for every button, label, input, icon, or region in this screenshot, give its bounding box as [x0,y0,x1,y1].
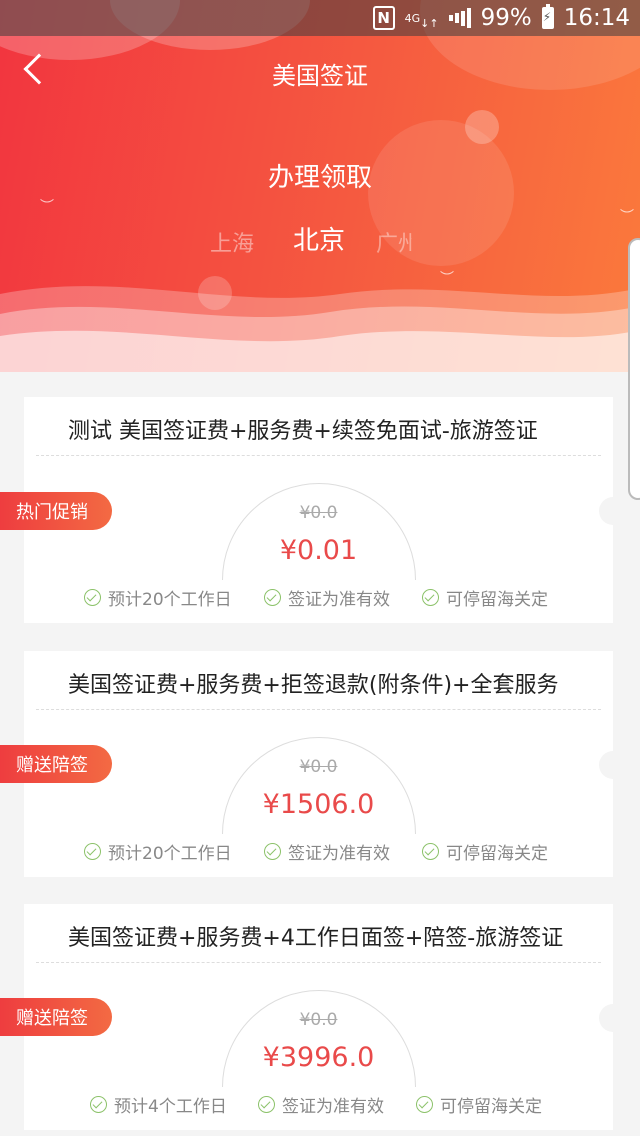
product-card[interactable]: 测试 美国签证费+服务费+续签免面试-旅游签证 ¥0.0 ¥0.01 预计20个… [24,397,627,623]
header-banner: ︶ ︶ ︶ N 4G↓↑ 99% 16:14 美国签证 办理领取 上海 北京 广… [0,0,640,372]
feature-label: 预计20个工作日 [108,844,232,864]
check-circle-icon [422,589,439,606]
promo-tag: 热门促销 [0,492,112,530]
divider [36,709,601,710]
divider [36,962,601,963]
edge-panel-handle[interactable] [628,238,640,500]
city-option-left[interactable]: 上海 [210,226,254,258]
product-card[interactable]: 美国签证费+服务费+拒签退款(附条件)+全套服务 ¥0.0 ¥1506.0 预计… [24,651,627,877]
check-circle-icon [84,589,101,606]
network-type-label: 4G [404,11,421,25]
product-title: 美国签证费+服务费+拒签退款(附条件)+全套服务 [68,673,559,698]
check-circle-icon [264,589,281,606]
status-bar: N 4G↓↑ 99% 16:14 [0,0,640,36]
nav-bar: 美国签证 [0,40,640,100]
service-type-label: 办理领取 [267,163,372,193]
feature-label: 可停留海关定 [446,844,548,864]
feature-label: 预计4个工作日 [114,1097,227,1117]
nfc-icon: N [372,6,395,30]
feature-item: 签证为准有效 [264,839,390,864]
check-circle-icon [422,843,439,860]
page-title: 美国签证 [272,62,368,90]
check-circle-icon [258,1096,275,1113]
battery-percent: 99% [480,5,532,31]
city-option-right[interactable]: 广州 [376,226,412,258]
feature-label: 签证为准有效 [282,1097,384,1117]
feature-list: 预计20个工作日 签证为准有效 可停留海关定 [24,585,613,611]
card-notch [599,1004,627,1032]
original-price: ¥0.0 [299,757,338,777]
feature-item: 可停留海关定 [422,839,548,864]
feature-item: 可停留海关定 [422,585,548,610]
original-price: ¥0.0 [299,503,338,523]
feature-label: 可停留海关定 [440,1097,542,1117]
feature-label: 可停留海关定 [446,590,548,610]
battery-icon [541,4,554,29]
feature-label: 签证为准有效 [288,844,390,864]
feature-item: 预计20个工作日 [84,839,232,864]
check-circle-icon [264,843,281,860]
network-type-icon: 4G ↓↑ [404,11,439,30]
check-circle-icon [84,843,101,860]
original-price: ¥0.0 [299,1010,338,1030]
feature-item: 签证为准有效 [258,1092,384,1117]
feature-list: 预计4个工作日 签证为准有效 可停留海关定 [24,1092,613,1118]
price: ¥0.01 [279,535,358,566]
city-option-selected[interactable]: 北京 [293,220,345,257]
product-title: 美国签证费+服务费+4工作日面签+陪签-旅游签证 [68,926,564,951]
feature-item: 预计20个工作日 [84,585,232,610]
feature-list: 预计20个工作日 签证为准有效 可停留海关定 [24,839,613,865]
card-notch [599,497,627,525]
feature-item: 预计4个工作日 [90,1092,227,1117]
divider [36,455,601,456]
signal-icon [448,8,471,28]
feature-label: 预计20个工作日 [108,590,232,610]
city-picker[interactable]: 上海 北京 广州 [0,220,640,260]
clock: 16:14 [563,5,630,31]
feature-item: 可停留海关定 [416,1092,542,1117]
wave-decoration [0,286,640,372]
promo-tag: 赠送陪签 [0,998,112,1036]
check-circle-icon [90,1096,107,1113]
bird-icon: ︶ [40,199,54,215]
price: ¥1506.0 [262,789,375,820]
feature-label: 签证为准有效 [288,590,390,610]
promo-tag: 赠送陪签 [0,745,112,783]
bubble-decoration [465,110,499,144]
price: ¥3996.0 [262,1042,375,1073]
card-notch [599,751,627,779]
product-title: 测试 美国签证费+服务费+续签免面试-旅游签证 [68,419,538,444]
feature-item: 签证为准有效 [264,585,390,610]
check-circle-icon [416,1096,433,1113]
product-card[interactable]: 美国签证费+服务费+4工作日面签+陪签-旅游签证 ¥0.0 ¥3996.0 预计… [24,904,627,1130]
